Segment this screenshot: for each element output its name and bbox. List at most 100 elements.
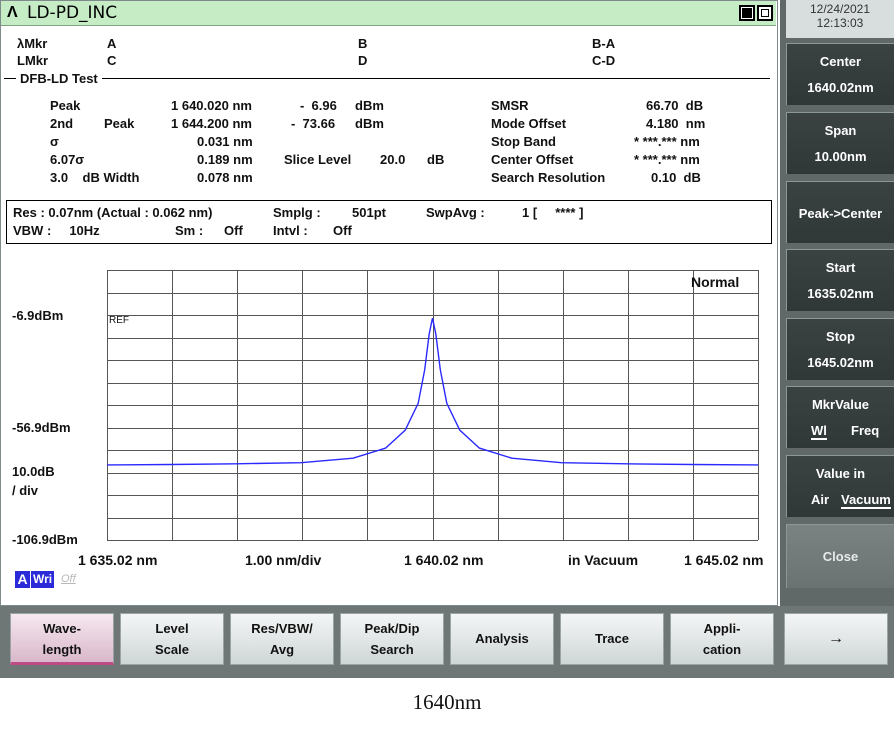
start-softkey[interactable]: Start 1635.02nm (786, 249, 894, 311)
level-marker-label: LMkr (17, 53, 49, 68)
interval-value: Off (333, 223, 352, 238)
center-offset-value: * ***.*** nm (634, 152, 700, 167)
x-axis-center-label: 1 640.02 nm (404, 552, 484, 568)
span-softkey-value: 10.00nm (814, 149, 867, 164)
x-axis-div-label: 1.00 nm/div (245, 552, 322, 568)
marker-b-a: B-A (592, 36, 616, 51)
second-peak-unit: dBm (355, 116, 384, 131)
res-vbw-avg-tab[interactable]: Res/VBW/ Avg (230, 613, 334, 665)
analysis-tab-label: Analysis (475, 631, 529, 646)
slice-level-unit: dB (427, 152, 445, 167)
maximize-button[interactable] (757, 5, 773, 21)
sweep-average-value: 1 [ **** ] (522, 205, 584, 220)
value-in-softkey[interactable]: Value in Air Vacuum (786, 455, 894, 517)
center-offset-label: Center Offset (491, 152, 574, 167)
sigma-label: σ (50, 134, 59, 149)
peak-dip-search-tab-line2: Search (370, 642, 414, 657)
analysis-tab[interactable]: Analysis (450, 613, 554, 665)
marker-value-wl-option[interactable]: Wl (811, 423, 827, 440)
second-peak-label: Peak (104, 116, 135, 131)
y-axis-top-label: -6.9dBm (12, 308, 64, 323)
center-softkey-label: Center (819, 54, 862, 69)
lambda-marker-label: λMkr (17, 36, 48, 51)
second-peak-wavelength: 1 644.200 nm (171, 116, 252, 131)
slice-level-value: 20.0 (380, 152, 406, 167)
center-softkey[interactable]: Center 1640.02nm (786, 43, 894, 105)
spectrum-chart[interactable] (106, 270, 759, 541)
close-softkey[interactable]: Close (786, 524, 894, 588)
smsr-label: SMSR (491, 98, 529, 113)
value-in-vacuum-option[interactable]: Vacuum (841, 492, 891, 509)
image-caption: 1640nm (412, 690, 482, 714)
sweep-average-label: SwpAvg : (426, 205, 485, 220)
smsr-value: 66.70 dB (646, 98, 704, 113)
y-axis-bottom-label: -106.9dBm (12, 532, 78, 547)
y-scale-label: 10.0dB (12, 464, 55, 479)
time-text: 12:13:03 (816, 16, 864, 30)
test-divider (4, 78, 770, 79)
sigma6-value: 0.189 nm (197, 152, 253, 167)
y-axis-mid-label: -56.9dBm (12, 420, 71, 435)
span-softkey[interactable]: Span 10.00nm (786, 112, 894, 174)
chart-grid (107, 270, 759, 541)
wavelength-tab-line2: length (42, 642, 82, 657)
second-label: 2nd (50, 116, 74, 131)
date-text: 12/24/2021 (809, 2, 871, 16)
db-width-label: 3.0 dB Width (50, 170, 140, 185)
smoothing-label: Sm : (175, 223, 204, 238)
wavelength-tab[interactable]: Wave- length (10, 613, 114, 665)
x-axis-start-label: 1 635.02 nm (78, 552, 158, 568)
title-bar: Λ LD-PD_INC (1, 1, 776, 26)
application-tab[interactable]: Appli- cation (670, 613, 774, 665)
test-heading: DFB-LD Test (16, 71, 102, 86)
marker-value-freq-option[interactable]: Freq (851, 423, 879, 438)
trace-tab-label: Trace (595, 631, 629, 646)
peak-to-center-label: Peak->Center (798, 206, 883, 221)
y-scale-div-label: / div (12, 483, 39, 498)
interval-label: Intvl : (273, 223, 308, 238)
stop-softkey-label: Stop (826, 329, 855, 344)
start-softkey-value: 1635.02nm (807, 286, 874, 301)
level-scale-tab-line1: Level (155, 621, 189, 636)
next-page-button[interactable]: → (784, 613, 888, 665)
ref-label: REF (109, 315, 129, 326)
marker-value-softkey[interactable]: MkrValue Wl Freq (786, 386, 894, 448)
peak-label: Peak (50, 98, 81, 113)
sigma-value: 0.031 nm (197, 134, 253, 149)
marker-c: C (107, 53, 117, 68)
marker-b: B (358, 36, 368, 51)
app-logo-icon: Λ (7, 4, 18, 21)
value-in-label: Value in (815, 466, 866, 481)
datetime-box: 12/24/2021 12:13:03 (786, 0, 894, 38)
span-softkey-label: Span (824, 123, 857, 138)
peak-dip-search-tab[interactable]: Peak/Dip Search (340, 613, 444, 665)
minimize-icon (742, 8, 752, 18)
peak-level: - 6.96 (300, 98, 337, 113)
mode-offset-value: 4.180 nm (646, 116, 706, 131)
marker-a: A (107, 36, 117, 51)
marker-c-d: C-D (592, 53, 616, 68)
x-axis-medium-label: in Vacuum (568, 552, 639, 568)
db-width-value: 0.078 nm (197, 170, 253, 185)
trace-a-badge[interactable]: A (15, 571, 30, 588)
value-in-air-option[interactable]: Air (811, 492, 829, 507)
trace-write-label: Wri (31, 571, 55, 588)
wavelength-tab-line1: Wave- (43, 621, 81, 636)
peak-wavelength: 1 640.020 nm (171, 98, 252, 113)
second-peak-level: - 73.66 (291, 116, 336, 131)
level-scale-tab[interactable]: Level Scale (120, 613, 224, 665)
stop-softkey[interactable]: Stop 1645.02nm (786, 318, 894, 380)
close-softkey-label: Close (822, 549, 859, 564)
center-softkey-value: 1640.02nm (807, 80, 874, 95)
peak-to-center-softkey[interactable]: Peak->Center (786, 181, 894, 243)
sampling-label: Smplg : (273, 205, 321, 220)
sampling-value: 501pt (352, 205, 386, 220)
start-softkey-label: Start (825, 260, 856, 275)
search-resolution-label: Search Resolution (491, 170, 606, 185)
trace-tab[interactable]: Trace (560, 613, 664, 665)
window-title: LD-PD_INC (27, 3, 118, 23)
slice-level-label: Slice Level (284, 152, 352, 167)
marker-d: D (358, 53, 368, 68)
minimize-button[interactable] (739, 5, 755, 21)
sigma6-label: 6.07σ (50, 152, 85, 167)
